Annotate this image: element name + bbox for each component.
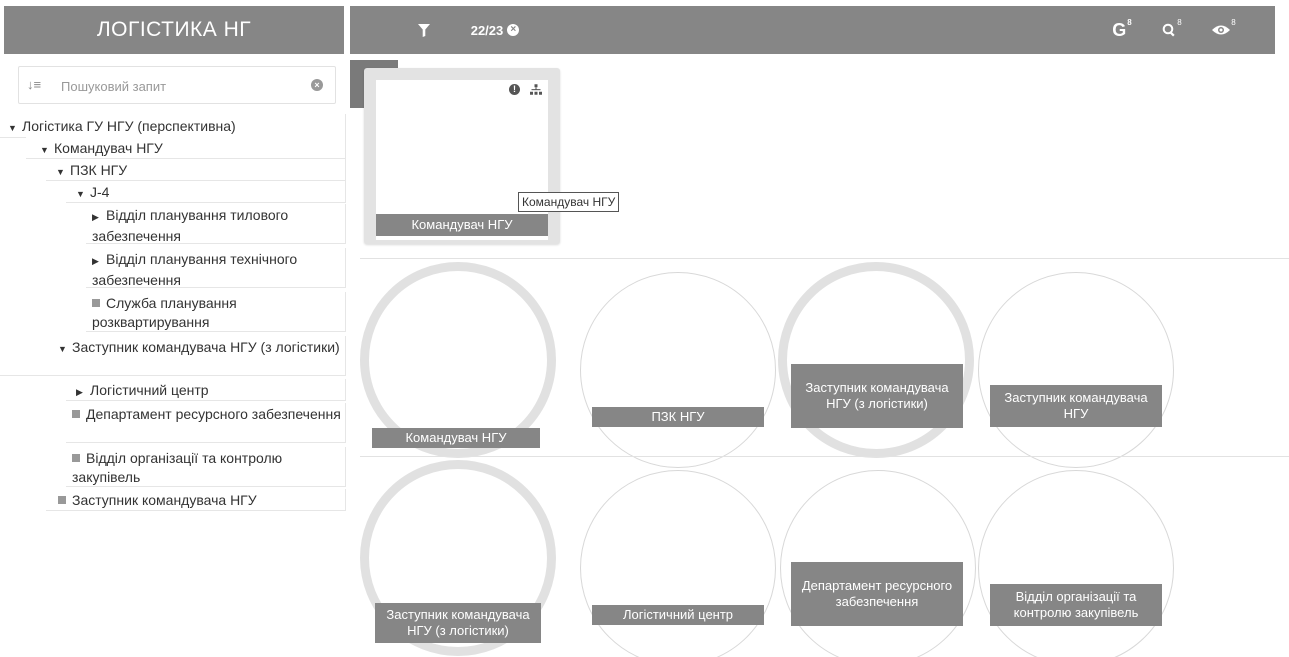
g-badge: 8 [1127,17,1132,27]
leaf-square-icon [72,410,80,418]
org-node-label: Логістичний центр [592,605,764,625]
caret-down-icon[interactable]: ▼ [40,141,50,160]
tree-node-label: ПЗК НГУ [70,162,128,178]
search-box: ↓≡ × [18,66,336,104]
tree-node[interactable]: ▶ Відділ планування технічного забезпечен… [86,248,346,288]
divider [360,456,1289,457]
tree-node[interactable]: Заступник командувача НГУ [46,489,346,511]
tree-node-label: Департамент ресурсного забезпечення [86,406,341,422]
info-icon[interactable]: ! [509,84,520,95]
view-button[interactable]: 8 [1202,6,1246,54]
filter-count[interactable]: 22/23 × [450,6,540,54]
tree-node[interactable]: ▼ Командувач НГУ [26,137,346,159]
tree-node[interactable]: ▶ Відділ планування тилового забезпечення [86,204,346,244]
tooltip: Командувач НГУ [518,192,620,212]
selected-card[interactable]: ! Командувач НГУ Командувач НГУ [364,68,620,244]
tree-node[interactable]: Служба планування розквартирування [86,292,346,332]
top-bar: ЛОГІСТИКА НГ 22/23 × G8 8 8 [0,0,1289,108]
org-node-label: Департамент ресурсного забезпечення [791,562,963,626]
clear-filter-icon[interactable]: × [507,24,520,36]
tree-node[interactable]: Відділ організації та контролю закупівел… [66,447,346,487]
sidebar: ↓≡ × ▼Логістика ГУ НГУ (перспективна) ▼К… [0,60,346,657]
tree-node-label: Служба планування розквартирування [92,295,237,330]
caret-right-icon[interactable]: ▶ [92,252,102,271]
caret-down-icon[interactable]: ▼ [56,163,66,182]
tree-node-label: Відділ планування тилового забезпечення [92,207,289,244]
org-node-circle[interactable] [978,470,1174,657]
caret-right-icon[interactable]: ▶ [76,383,86,402]
tree-node-label: Заступник командувача НГУ (з логістики) [72,339,340,355]
card-icons: ! [509,84,542,95]
toolbar: 22/23 × G8 8 8 [350,6,1275,108]
tree-node[interactable]: ▼ Заступник командувача НГУ (з логістики) [0,336,346,376]
divider [360,258,1289,259]
leaf-square-icon [92,299,100,307]
search-badge: 8 [1177,17,1182,27]
tree-node-label: Логістика ГУ НГУ (перспективна) [22,118,236,134]
card-label: Командувач НГУ [376,214,548,236]
tree-node-label: J-4 [90,184,110,200]
tree-node-label: Командувач НГУ [54,140,163,156]
org-node-circle[interactable] [580,272,776,468]
org-node-circle[interactable] [778,262,974,458]
tree-node-label: Відділ організації та контролю закупівел… [72,450,283,485]
tree-node[interactable]: Департамент ресурсного забезпечення [66,403,346,443]
org-chart-icon[interactable] [530,84,542,95]
org-node-label: Відділ організації та контролю закупівел… [990,584,1162,626]
tree-node-label: Заступник командувача НГУ [72,492,257,508]
search-icon [1162,23,1175,37]
tree-node-label: Відділ планування технічного забезпеченн… [92,251,298,288]
eye-icon [1212,25,1231,35]
org-node-label: Заступник командувача НГУ (з логістики) [375,603,541,643]
tree-node[interactable]: ▶ Логістичний центр [66,379,346,401]
clear-search-icon[interactable]: × [311,79,323,91]
caret-down-icon[interactable]: ▼ [76,185,86,204]
org-node-label: Заступник командувача НГУ [990,385,1162,427]
org-chart-area: ! Командувач НГУ Командувач НГУ Командув… [350,60,1289,657]
caret-down-icon[interactable]: ▼ [8,119,18,138]
leaf-square-icon [72,454,80,462]
org-node-circle[interactable] [978,272,1174,468]
filter-button[interactable] [406,6,442,54]
filter-count-text: 22/23 [470,22,504,38]
tree-node-label: Логістичний центр [90,382,209,398]
tree-node[interactable]: ▼ J-4 [66,181,346,203]
leaf-square-icon [58,496,66,504]
view-badge: 8 [1231,17,1236,27]
g-button[interactable]: G8 [1100,6,1144,54]
caret-down-icon[interactable]: ▼ [58,340,68,359]
app-title: ЛОГІСТИКА НГ [4,6,344,54]
search-button[interactable]: 8 [1150,6,1194,54]
g-label: G [1112,19,1127,40]
tree-node[interactable]: ▼ ПЗК НГУ [46,159,346,181]
org-node-label: ПЗК НГУ [592,407,764,427]
filter-icon [418,23,430,37]
org-node-label: Заступник командувача НГУ (з логістики) [791,364,963,428]
sort-icon[interactable]: ↓≡ [27,77,41,92]
org-node-label: Командувач НГУ [372,428,540,448]
search-input[interactable] [61,75,301,97]
tree-node[interactable]: ▼ Логістика ГУ НГУ (перспективна) [0,114,346,138]
caret-right-icon[interactable]: ▶ [92,208,102,227]
org-node-circle[interactable] [580,470,776,657]
